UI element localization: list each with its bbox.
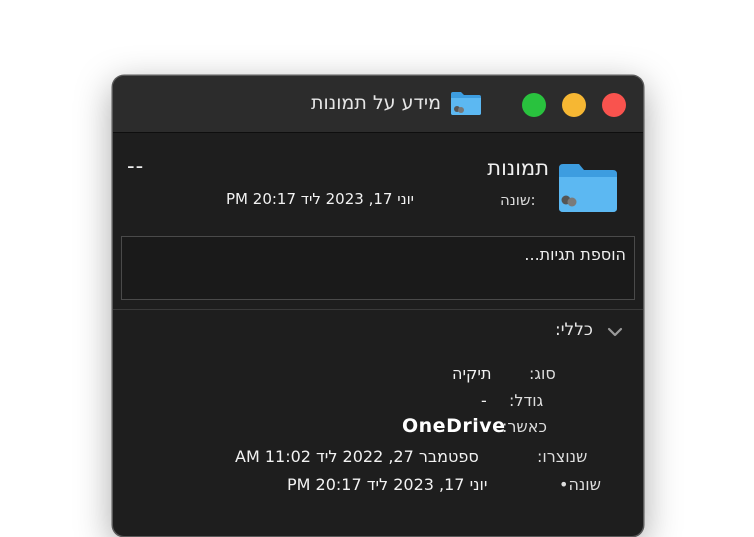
- tags-placeholder[interactable]: הוספת תגיות...: [524, 245, 626, 264]
- folder-icon: [557, 160, 619, 218]
- size-label: גודל:: [509, 391, 544, 410]
- info-row-created: שנוצרו: ספטמבר 27, 2022 ליד 11:02 AM: [113, 447, 643, 469]
- where-value: OneDrive: [402, 415, 506, 437]
- zoom-button[interactable]: [522, 93, 546, 117]
- summary-header: תמונות -- שונה: יוני 17, 2023 ליד 20:17 …: [113, 133, 643, 233]
- titlebar[interactable]: מידע על תמונות: [113, 76, 643, 133]
- info-row-size: גודל: -: [113, 391, 643, 413]
- info-window: מידע על תמונות תמונות -- שונה: יוני 17, …: [112, 75, 644, 537]
- modified-row-label: שונה•: [559, 475, 601, 494]
- kind-label: סוג:: [529, 364, 556, 383]
- chevron-down-icon[interactable]: [607, 323, 623, 342]
- item-size: --: [127, 154, 145, 178]
- created-label: שנוצרו:: [537, 447, 588, 466]
- info-row-modified: שונה• יוני 17, 2023 ליד 20:17 PM: [113, 475, 643, 497]
- divider: [113, 309, 643, 310]
- where-label: כאשר:: [502, 417, 547, 436]
- shared-folder-icon: [450, 89, 482, 121]
- created-value: ספטמבר 27, 2022 ליד 11:02 AM: [235, 447, 479, 466]
- close-button[interactable]: [602, 93, 626, 117]
- kind-value: תיקיה: [452, 364, 492, 383]
- general-section-toggle[interactable]: כללי:: [553, 320, 633, 344]
- item-name: תמונות: [487, 156, 549, 180]
- tags-field[interactable]: הוספת תגיות...: [121, 236, 635, 300]
- size-value: -: [481, 391, 487, 410]
- modified-value: יוני 17, 2023 ליד 20:17 PM: [226, 190, 415, 208]
- modified-label: שונה:: [500, 191, 536, 209]
- minimize-button[interactable]: [562, 93, 586, 117]
- info-row-where: כאשר: OneDrive: [113, 415, 643, 439]
- window-title: מידע על תמונות: [310, 92, 441, 114]
- modified-row-value: יוני 17, 2023 ליד 20:17 PM: [287, 475, 488, 494]
- general-section-title: כללי:: [555, 320, 593, 340]
- info-row-kind: סוג: תיקיה: [113, 364, 643, 386]
